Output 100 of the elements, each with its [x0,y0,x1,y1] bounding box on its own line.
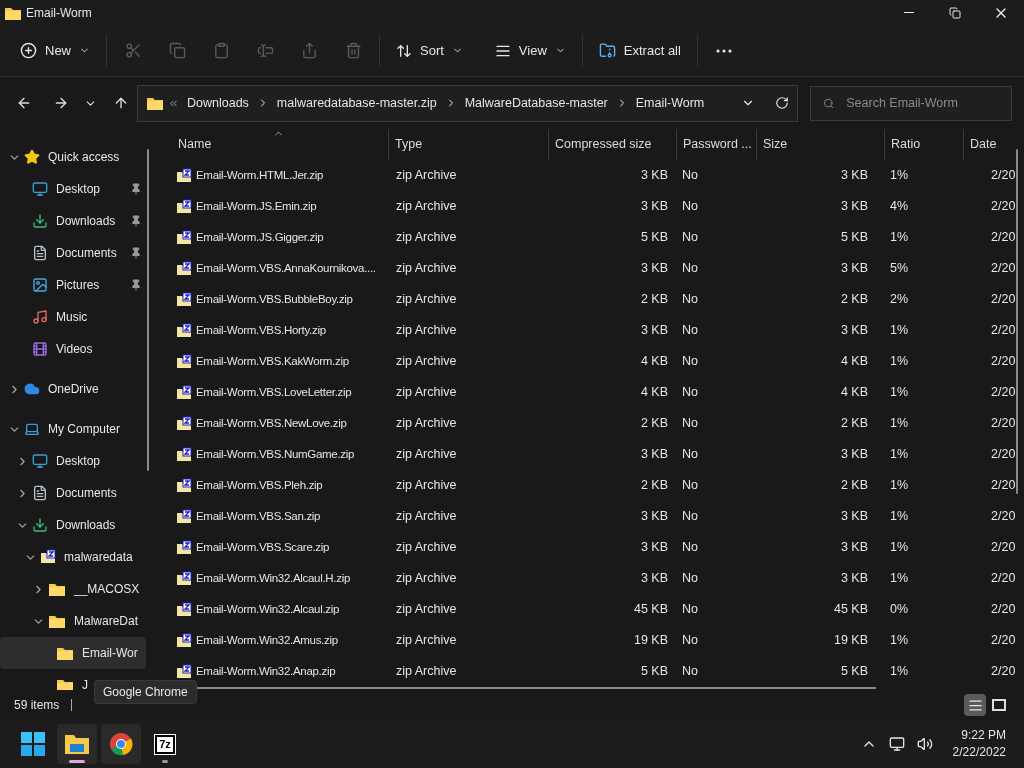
zip-archive-icon [176,539,192,556]
view-button[interactable]: View [486,34,574,67]
file-row[interactable]: Email-Worm.VBS.NumGame.zip zip Archive 3 KB No 3 KB 1% 2/20 [158,439,1024,470]
volume-icon[interactable] [916,736,933,752]
scissors-icon [124,42,142,59]
nav-item[interactable]: MalwareDat [0,605,146,637]
file-row[interactable]: Email-Worm.Win32.Alcaul.H.zip zip Archive 3 KB No 3 KB 1% 2/20 [158,563,1024,594]
new-button[interactable]: New [12,34,98,67]
nav-item[interactable]: Quick access [0,141,146,173]
browser-taskbar-button[interactable] [101,724,141,764]
file-row[interactable]: Email-Worm.VBS.Horty.zip zip Archive 3 KB No 3 KB 1% 2/20 [158,315,1024,346]
file-type: zip Archive [396,168,457,183]
password-status: No [682,385,698,400]
nav-item[interactable]: __MACOSX [0,573,146,605]
file-date: 2/20 [991,633,1016,648]
password-status: No [682,540,698,555]
star-icon [24,149,40,165]
file-explorer-taskbar-button[interactable] [57,724,97,764]
file-type: zip Archive [396,633,457,648]
file-date: 2/20 [991,168,1016,183]
search-field[interactable]: Search Email-Worm [810,85,1012,121]
file-name: Email-Worm.VBS.AnnaKournikova.... [196,260,376,276]
file-row[interactable]: Email-Worm.Win32.Amus.zip zip Archive 19 KB No 19 KB 1% 2/20 [158,625,1024,656]
password-status: No [682,354,698,369]
file-row[interactable]: Email-Worm.JS.Gigger.zip zip Archive 5 KB No 5 KB 1% 2/20 [158,222,1024,253]
file-type: zip Archive [396,664,457,679]
desktop-icon [32,453,48,469]
rename-icon [256,42,274,59]
nav-item[interactable]: Pictures [0,269,146,301]
compressed-size: 3 KB [640,540,668,555]
compressed-size: 45 KB [633,602,668,617]
column-header[interactable]: Compressed size [548,129,676,160]
file-size: 3 KB [840,168,868,183]
file-row[interactable]: Email-Worm.VBS.Scare.zip zip Archive 3 KB No 3 KB 1% 2/20 [158,532,1024,563]
column-header[interactable]: Type [388,129,548,160]
search-input[interactable]: Search Email-Worm [846,93,999,113]
breadcrumb[interactable]: Email-Worm [631,93,709,113]
compression-ratio: 2% [890,292,909,307]
breadcrumb[interactable]: malwaredatabase-master.zip [272,93,441,113]
breadcrumb[interactable]: Downloads [183,93,253,113]
details-view-button[interactable] [964,694,986,716]
file-row[interactable]: Email-Worm.VBS.KakWorm.zip zip Archive 4 KB No 4 KB 1% 2/20 [158,346,1024,377]
compressed-size: 5 KB [640,230,668,245]
nav-item[interactable]: Desktop [0,173,146,205]
nav-item[interactable]: Downloads [0,205,146,237]
clock-date[interactable]: 2/22/2022 [952,744,1006,761]
file-row[interactable]: Email-Worm.VBS.NewLove.zip zip Archive 2 KB No 2 KB 1% 2/20 [158,408,1024,439]
file-row[interactable]: Email-Worm.JS.Emin.zip zip Archive 3 KB No 3 KB 4% 2/20 [158,191,1024,222]
file-date: 2/20 [991,292,1016,307]
nav-item[interactable]: Music [0,301,146,333]
network-icon[interactable] [888,736,905,752]
extract-all-button[interactable]: Extract all [590,34,689,67]
clock-time[interactable]: 9:22 PM [961,727,1006,744]
column-header[interactable]: Name [158,129,388,160]
file-row[interactable]: Email-Worm.HTML.Jer.zip zip Archive 3 KB No 3 KB 1% 2/20 [158,160,1024,191]
nav-item[interactable]: Desktop [0,445,146,477]
nav-item[interactable]: Videos [0,333,146,365]
nav-item[interactable]: malwaredata [0,541,146,573]
compression-ratio: 1% [890,385,909,400]
column-header[interactable]: Size [756,129,884,160]
file-name: Email-Worm.VBS.KakWorm.zip [196,353,349,369]
file-name: Email-Worm.VBS.Horty.zip [196,322,326,338]
nav-item[interactable]: Email-Wor [0,637,146,669]
column-header[interactable]: Ratio [884,129,963,160]
file-row[interactable]: Email-Worm.VBS.BubbleBoy.zip zip Archive 2 KB No 2 KB 2% 2/20 [158,284,1024,315]
compressed-size: 3 KB [640,199,668,214]
nav-item[interactable]: Documents [0,477,146,509]
file-date: 2/20 [991,602,1016,617]
password-status: No [682,323,698,338]
file-row[interactable]: Email-Worm.VBS.Pleh.zip zip Archive 2 KB No 2 KB 1% 2/20 [158,470,1024,501]
details-icon [967,697,983,713]
sort-button[interactable]: Sort [388,34,471,67]
breadcrumb[interactable]: MalwareDatabase-master [460,93,612,113]
address-bar[interactable]: Downloads malwaredatabase-master.zip MalwareDatabase-master Email-Worm [137,84,798,122]
file-size: 4 KB [840,354,868,369]
nav-item[interactable]: My Computer [0,413,146,445]
nav-item[interactable]: Documents [0,237,146,269]
nav-label: __MACOSX [74,581,140,598]
nav-item[interactable]: Downloads [0,509,146,541]
zip-archive-icon [176,229,192,246]
file-row[interactable]: Email-Worm.Win32.Alcaul.zip zip Archive 45 KB No 45 KB 0% 2/20 [158,594,1024,625]
vertical-scrollbar[interactable] [1016,149,1018,494]
zip-archive-icon [176,384,192,401]
nav-item[interactable]: OneDrive [0,373,146,405]
file-size: 3 KB [840,199,868,214]
file-date: 2/20 [991,540,1016,555]
file-row[interactable]: Email-Worm.VBS.LoveLetter.zip zip Archive 4 KB No 4 KB 1% 2/20 [158,377,1024,408]
zip-archive-icon [40,549,56,565]
sort-arrows-icon [396,42,412,59]
refresh-icon[interactable] [775,96,789,110]
file-name: Email-Worm.HTML.Jer.zip [196,167,324,183]
zip-archive-icon [176,167,192,184]
password-status: No [682,602,698,617]
sidebar-scrollbar[interactable] [147,149,149,471]
archiver-taskbar-button[interactable]: 7z [145,724,185,764]
file-row[interactable]: Email-Worm.VBS.AnnaKournikova.... zip Archive 3 KB No 3 KB 5% 2/20 [158,253,1024,284]
compression-ratio: 1% [890,571,909,586]
file-row[interactable]: Email-Worm.VBS.San.zip zip Archive 3 KB No 3 KB 1% 2/20 [158,501,1024,532]
column-header[interactable]: Password ... [676,129,756,160]
password-status: No [682,230,698,245]
